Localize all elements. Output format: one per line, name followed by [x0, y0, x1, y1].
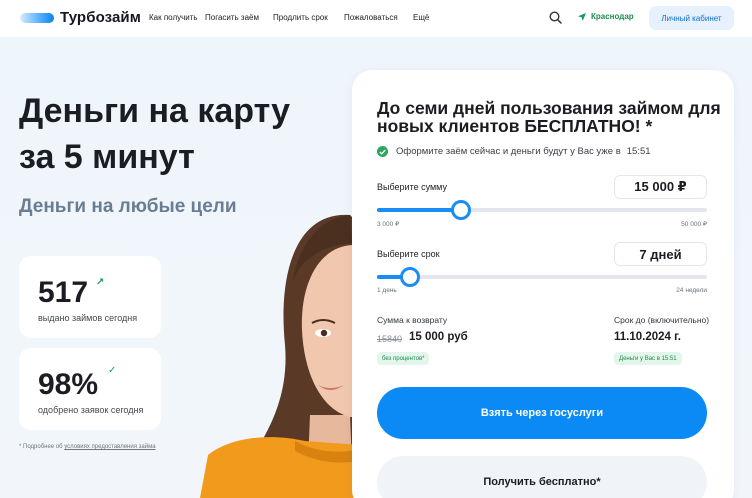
woman-photo — [200, 214, 360, 498]
term-end-date: 11.10.2024 г. — [614, 331, 681, 343]
money-time-badge: Деньги у Вас в 15:51 — [614, 352, 682, 365]
stat-value: 98% — [38, 368, 99, 401]
return-sum-value: 15 000 руб — [409, 331, 468, 343]
site-header: Турбозайм Как получить Погасить заём Про… — [0, 0, 752, 37]
stat-card-loans: 517 ↗ выдано займов сегодня — [19, 256, 161, 338]
gosuslugi-button[interactable]: Взять через госуслуги — [377, 387, 707, 439]
personal-account-button[interactable]: Личный кабинет — [649, 6, 734, 30]
get-free-button[interactable]: Получить бесплатно* — [377, 456, 707, 498]
arrow-up-right-icon: ↗ — [96, 277, 105, 288]
promo-line: Оформите заём сейчас и деньги будут у Ва… — [377, 146, 651, 157]
stat-label: одобрено заявок сегодня — [38, 405, 144, 415]
city-selector[interactable]: Краснодар — [578, 12, 634, 21]
stat-value: 517 — [38, 276, 89, 309]
terms-link[interactable]: условиях предоставления займа — [64, 444, 155, 450]
old-sum: 15840 — [377, 334, 403, 344]
promo-time: 15:51 — [626, 146, 651, 157]
nav-repay[interactable]: Погасить заём — [205, 13, 259, 22]
location-arrow-icon — [578, 12, 586, 21]
promo-text: Оформите заём сейчас и деньги будут у Ва… — [396, 146, 621, 157]
amount-slider-fill — [377, 208, 461, 212]
logo-text: Турбозайм — [60, 9, 141, 26]
amount-slider-handle[interactable] — [451, 200, 471, 220]
stat-label: выдано займов сегодня — [38, 313, 138, 323]
amount-label: Выберите сумму — [377, 182, 447, 192]
term-end-label: Срок до (включительно) — [614, 315, 710, 325]
term-min-label: 1 день — [377, 287, 397, 294]
nav-complain[interactable]: Пожаловаться — [344, 13, 398, 22]
term-label: Выберите срок — [377, 249, 440, 259]
city-name: Краснодар — [591, 12, 634, 21]
term-slider-handle[interactable] — [400, 267, 420, 287]
logo-mark-icon — [20, 12, 54, 23]
checkmark-icon: ✓ — [108, 365, 117, 376]
term-max-label: 24 недели — [676, 287, 707, 294]
return-sum-label: Сумма к возврату — [377, 315, 448, 325]
calculator-title: До семи дней пользования займом для новы… — [377, 98, 721, 136]
amount-max-label: 50 000 ₽ — [681, 221, 707, 228]
amount-value-field[interactable]: 15 000 ₽ — [614, 175, 707, 199]
search-icon[interactable] — [549, 11, 562, 24]
no-interest-badge: без процентов* — [377, 352, 430, 365]
nav-extend[interactable]: Продлить срок — [273, 13, 328, 22]
amount-min-label: 3 000 ₽ — [377, 221, 400, 228]
page-title: Деньги на карту за 5 минут — [19, 92, 291, 176]
term-slider-track[interactable] — [377, 275, 707, 279]
logo[interactable]: Турбозайм — [20, 9, 141, 26]
amount-slider-track[interactable] — [377, 208, 707, 212]
footnote: * Подробнее об условиях предоставления з… — [19, 444, 156, 450]
loan-calculator: До семи дней пользования займом для новы… — [352, 70, 734, 498]
nav-more[interactable]: Ещё — [413, 13, 429, 22]
term-value-field[interactable]: 7 дней — [614, 242, 707, 266]
nav-how-to-get[interactable]: Как получить — [149, 13, 198, 22]
stat-card-approved: 98% ✓ одобрено заявок сегодня — [19, 348, 161, 430]
check-circle-icon — [377, 146, 388, 157]
